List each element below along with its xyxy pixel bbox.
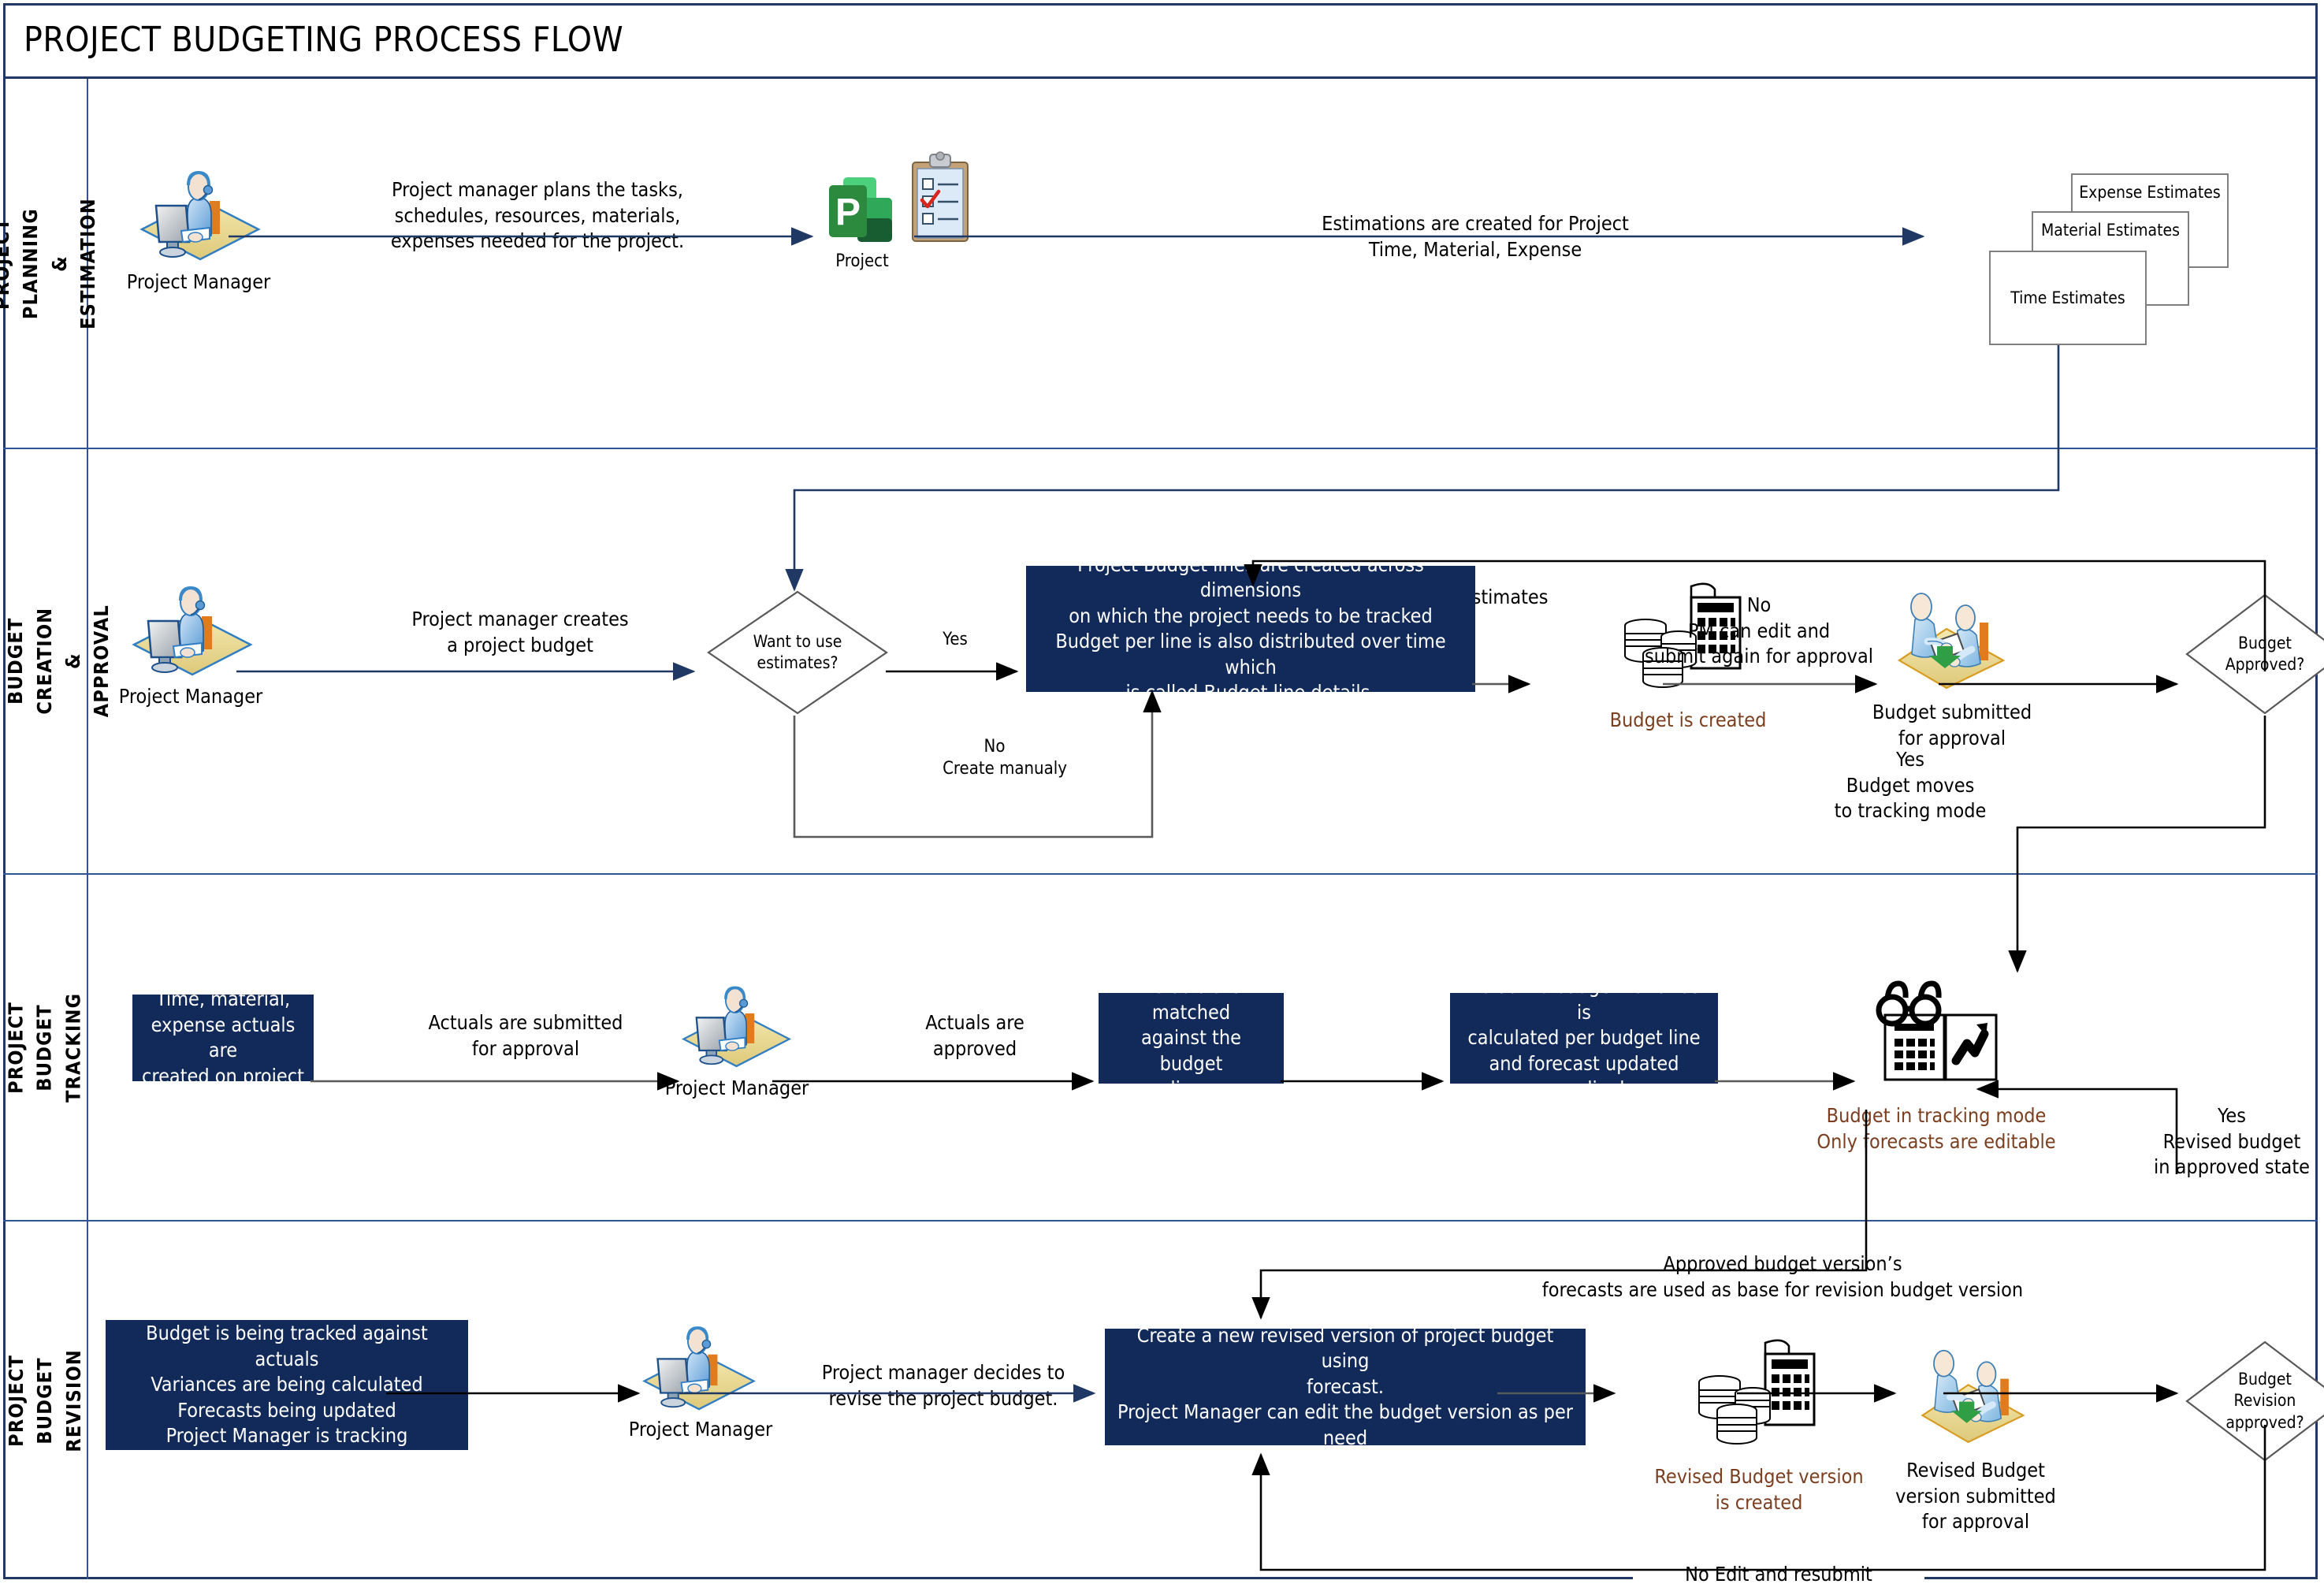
process-flow-diagram: PROJECT BUDGETING PROCESS FLOW PROJECT P… xyxy=(0,0,2324,1584)
calculator-with-coins-icon xyxy=(1690,1338,1828,1460)
swimlane-header-revision: PROJECT BUDGET REVISION xyxy=(3,1221,88,1579)
swimlane-body-creation: Project Manager Project manager creates … xyxy=(88,449,2324,873)
clipboard-checklist-icon xyxy=(908,151,972,250)
edge-label-no-edit-resubmit: No Edit and resubmit xyxy=(1633,1562,1924,1584)
process-box-budget-tracked: Budget is being tracked against actuals … xyxy=(106,1320,468,1450)
process-label-actuals-created: Time, material, expense actuals are crea… xyxy=(142,987,304,1088)
svg-text:P: P xyxy=(835,191,861,233)
person-at-computer-icon xyxy=(129,585,255,683)
process-box-budget-lines: Project Budget lines are created across … xyxy=(1026,553,1475,704)
status-label-revised-submitted: Revised Budget version submitted for app… xyxy=(1895,1459,2056,1533)
edge-label-forecast-base: Approved budget version’s forecasts are … xyxy=(1541,1252,2024,1301)
edge-label-plan-tasks: Project manager plans the tasks, schedul… xyxy=(390,178,685,252)
page-title: PROJECT BUDGETING PROCESS FLOW xyxy=(24,20,624,60)
swimlane-body-revision: Budget is being tracked against actuals … xyxy=(88,1221,2324,1584)
edge-label-estimations-created: Estimations are created for Project Time… xyxy=(1322,212,1629,261)
process-box-variance-calculated: Actual vs budget variance is calculated … xyxy=(1450,975,1718,1100)
swimlane-label-revision: PROJECT BUDGET REVISION xyxy=(4,1348,85,1452)
swimlane-body-tracking: Time, material, expense actuals are crea… xyxy=(88,875,2318,1220)
edge-label-no-pm-edit: No PM can edit and submit again for appr… xyxy=(1644,593,1874,667)
swimlane-creation: PROJECT BUDGET CREATION & APPROVAL xyxy=(3,449,2324,875)
swimlane-label-planning: PROJECT PLANNING & ESTIMATION xyxy=(0,197,99,329)
estimate-label-expense: Expense Estimates xyxy=(2079,183,2221,202)
actor-label-project-manager-2: Project Manager xyxy=(118,685,263,708)
edge-label-decides-revise: Project manager decides to revise the pr… xyxy=(821,1361,1065,1410)
status-label-revised-created: Revised Budget version is created xyxy=(1654,1465,1864,1514)
decision-label-want-estimates: Want to use estimates? xyxy=(753,631,842,672)
person-at-computer-icon xyxy=(640,1324,758,1419)
app-label-project: Project xyxy=(835,251,889,271)
decision-label-budget-approved: Budget Approved? xyxy=(2225,633,2305,674)
swimlane-label-tracking: PROJECT BUDGET TRACKING xyxy=(4,992,85,1102)
process-label-variance-calculated: Actual vs budget variance is calculated … xyxy=(1467,975,1701,1101)
process-label-actuals-matched: Actuals are matched against the budget l… xyxy=(1141,975,1241,1101)
process-label-budget-lines: Project Budget lines are created across … xyxy=(1055,552,1446,705)
edge-label-actuals-approved: Actuals are approved xyxy=(925,1011,1024,1060)
edge-label-creates-budget: Project manager creates a project budget xyxy=(411,608,629,656)
diagram-title-bar: PROJECT BUDGETING PROCESS FLOW xyxy=(3,3,2318,79)
two-people-document-handover-icon xyxy=(1909,1338,2031,1451)
edge-label-yes-estimates: Yes xyxy=(943,630,968,649)
process-box-actuals-matched: Actuals are matched against the budget l… xyxy=(1099,975,1284,1100)
swimlane-planning: PROJECT PLANNING & ESTIMATION Project Ma… xyxy=(0,79,2318,449)
actor-label-project-manager-4: Project Manager xyxy=(628,1418,773,1441)
swimlane-header-creation: PROJECT BUDGET CREATION & APPROVAL xyxy=(3,449,113,873)
estimate-label-material: Material Estimates xyxy=(2040,221,2181,240)
status-label-budget-submitted: Budget submitted for approval xyxy=(1872,701,2032,749)
actor-label-project-manager-3: Project Manager xyxy=(664,1076,809,1099)
edge-label-create-manually: Create manualy xyxy=(943,759,1067,779)
status-label-budget-created: Budget is created xyxy=(1609,708,1767,731)
decision-label-revision-approved: Budget Revision approved? xyxy=(2225,1370,2304,1432)
process-label-create-revised-version: Create a new revised version of project … xyxy=(1117,1323,1574,1449)
decision-budget-approved: Budget Approved? xyxy=(2185,593,2324,716)
decision-want-to-use-estimates: Want to use estimates? xyxy=(706,589,889,716)
swimlane-tracking: PROJECT BUDGET TRACKING Time, material, … xyxy=(3,875,2318,1221)
process-box-actuals-created: Time, material, expense actuals are crea… xyxy=(132,987,314,1088)
decision-budget-revision-approved: Budget Revision approved? xyxy=(2185,1340,2324,1463)
actor-label-project-manager-1: Project Manager xyxy=(126,270,271,293)
status-label-tracking-mode: Budget in tracking mode Only forecasts a… xyxy=(1816,1104,2056,1153)
person-at-computer-icon xyxy=(137,169,263,268)
edge-label-no-estimates: No xyxy=(984,737,1006,757)
swimlane-header-tracking: PROJECT BUDGET TRACKING xyxy=(3,875,88,1220)
person-at-computer-icon xyxy=(679,983,794,1076)
swimlane-revision: PROJECT BUDGET REVISION Budget is being … xyxy=(3,1221,2324,1584)
glasses-calculator-chart-icon xyxy=(1868,979,2010,1097)
swimlane-header-planning: PROJECT PLANNING & ESTIMATION xyxy=(0,79,99,448)
process-label-budget-tracked: Budget is being tracked against actuals … xyxy=(146,1322,428,1448)
edge-label-actuals-submitted: Actuals are submitted for approval xyxy=(428,1011,623,1060)
swimlane-body-planning: Project Manager Project manager plans th… xyxy=(88,79,2318,448)
process-box-create-revised-version: Create a new revised version of project … xyxy=(1105,1324,1586,1449)
estimate-label-time: Time Estimates xyxy=(2010,288,2125,307)
edge-label-yes-revised-approved: Yes Revised budget in approved state xyxy=(2154,1104,2310,1178)
estimate-box-time: Time Estimates xyxy=(1989,251,2147,345)
edge-label-yes-tracking: Yes Budget moves to tracking mode xyxy=(1834,748,1987,822)
microsoft-project-logo-icon: P xyxy=(821,169,904,256)
